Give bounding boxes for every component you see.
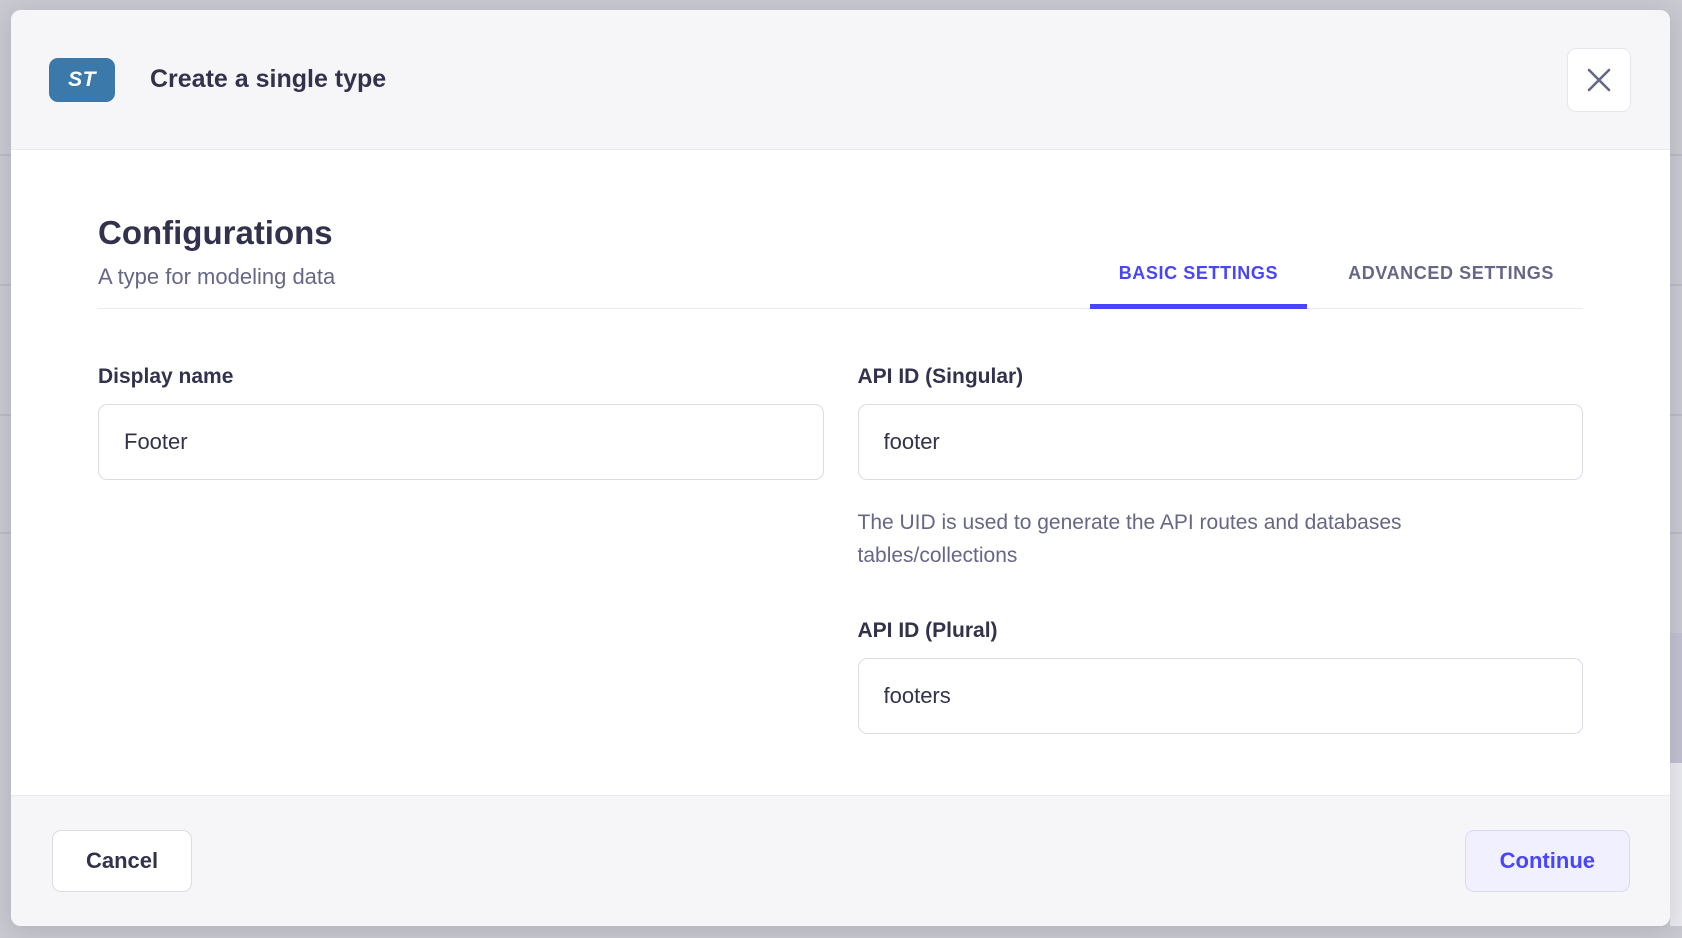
api-id-plural-input[interactable]	[858, 658, 1584, 734]
continue-button[interactable]: Continue	[1465, 830, 1630, 892]
page-subtitle: A type for modeling data	[98, 262, 335, 292]
display-name-label: Display name	[98, 365, 824, 389]
single-type-badge-label: ST	[68, 68, 96, 92]
cancel-button[interactable]: Cancel	[52, 830, 192, 892]
tab-basic-settings[interactable]: BASIC SETTINGS	[1090, 263, 1307, 308]
api-id-singular-label: API ID (Singular)	[858, 365, 1584, 389]
api-id-singular-hint: The UID is used to generate the API rout…	[858, 506, 1526, 572]
backdrop-scrollbar-thumb	[1670, 633, 1682, 763]
display-name-input[interactable]	[98, 404, 824, 480]
api-id-column: API ID (Singular) The UID is used to gen…	[858, 365, 1584, 734]
create-single-type-modal: ST Create a single type Configurations A…	[11, 10, 1670, 926]
modal-title: Create a single type	[150, 65, 386, 94]
api-id-plural-label: API ID (Plural)	[858, 619, 1584, 643]
display-name-field-group: Display name	[98, 365, 824, 734]
modal-footer: Cancel Continue	[11, 795, 1670, 926]
modal-body: Configurations A type for modeling data …	[11, 150, 1670, 795]
close-button[interactable]	[1567, 48, 1631, 112]
backdrop-panel-edge	[1670, 763, 1682, 926]
tab-advanced-settings[interactable]: ADVANCED SETTINGS	[1319, 263, 1583, 308]
api-id-plural-field-group: API ID (Plural)	[858, 619, 1584, 734]
configuration-form: Display name API ID (Singular) The UID i…	[98, 365, 1583, 734]
modal-header: ST Create a single type	[11, 10, 1670, 150]
api-id-singular-field-group: API ID (Singular) The UID is used to gen…	[858, 365, 1584, 572]
close-icon	[1585, 66, 1613, 94]
configurations-heading-group: Configurations A type for modeling data	[98, 212, 335, 308]
configurations-header-row: Configurations A type for modeling data …	[98, 212, 1583, 309]
page-title: Configurations	[98, 212, 335, 254]
settings-tabs: BASIC SETTINGS ADVANCED SETTINGS	[1090, 263, 1583, 308]
single-type-badge-icon: ST	[49, 58, 115, 102]
api-id-singular-input[interactable]	[858, 404, 1584, 480]
